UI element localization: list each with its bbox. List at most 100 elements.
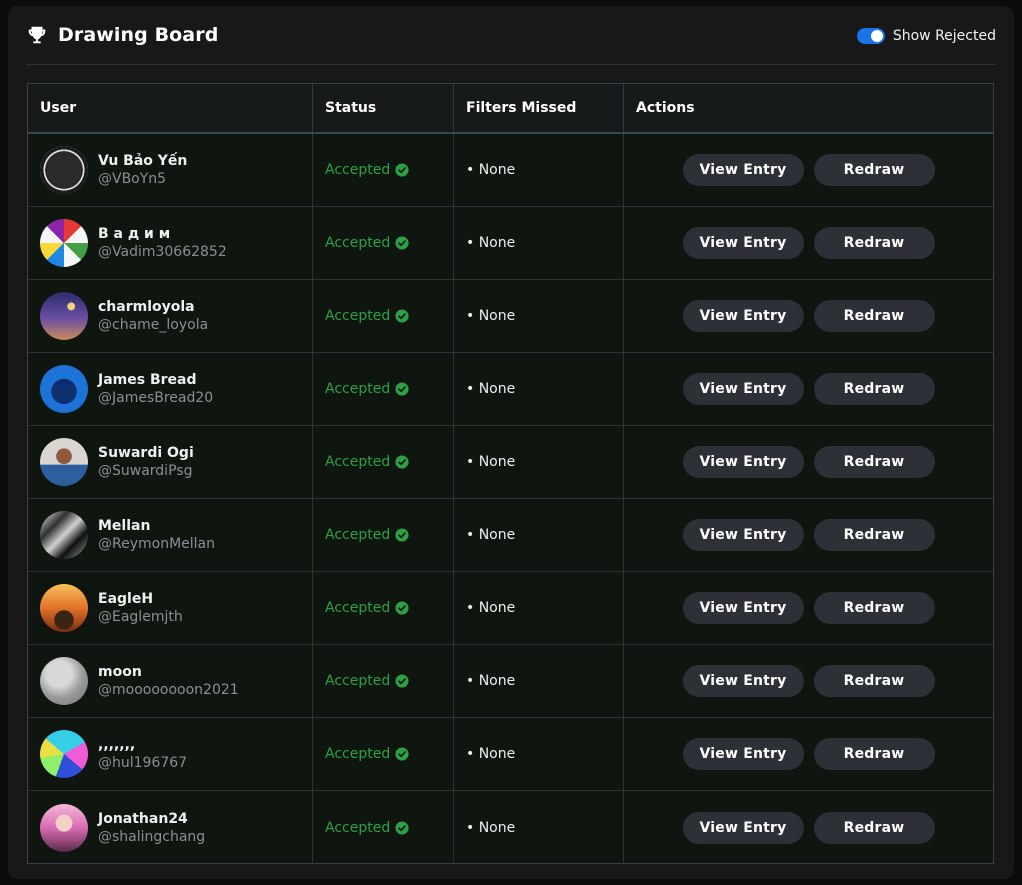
user-cell: James Bread @JamesBread20 xyxy=(28,353,313,425)
filters-cell: • None xyxy=(454,280,624,352)
status-text: Accepted xyxy=(325,746,391,762)
filters-missed-text: • None xyxy=(466,235,516,251)
status-text: Accepted xyxy=(325,673,391,689)
view-entry-button[interactable]: View Entry xyxy=(682,592,804,624)
status-text: Accepted xyxy=(325,600,391,616)
user-text: James Bread @JamesBread20 xyxy=(98,371,213,407)
table-row: moon @moooooooon2021 Accepted • None Vie… xyxy=(28,645,993,718)
user-text: Vu Bảo Yến @VBoYn5 xyxy=(98,152,187,188)
filters-missed-text: • None xyxy=(466,527,516,543)
check-circle-icon xyxy=(395,455,409,469)
view-entry-button[interactable]: View Entry xyxy=(682,738,804,770)
user-cell: Suwardi Ogi @SuwardiPsg xyxy=(28,426,313,498)
redraw-button[interactable]: Redraw xyxy=(813,738,935,770)
actions-cell: View Entry Redraw xyxy=(624,353,993,425)
redraw-button[interactable]: Redraw xyxy=(813,300,935,332)
view-entry-button[interactable]: View Entry xyxy=(682,446,804,478)
view-entry-button[interactable]: View Entry xyxy=(682,373,804,405)
table-row: Mellan @ReymonMellan Accepted • None Vie… xyxy=(28,499,993,572)
user-text: moon @moooooooon2021 xyxy=(98,663,239,699)
filters-cell: • None xyxy=(454,207,624,279)
filters-missed-text: • None xyxy=(466,600,516,616)
entries-table: User Status Filters Missed Actions Vu Bả… xyxy=(27,83,994,864)
user-cell: EagleH @Eaglemjth xyxy=(28,572,313,644)
user-handle: @SuwardiPsg xyxy=(98,463,193,479)
column-header-status: Status xyxy=(313,84,454,132)
user-name: ,,,,,,, xyxy=(98,737,136,753)
view-entry-button[interactable]: View Entry xyxy=(682,665,804,697)
status-badge: Accepted xyxy=(325,746,409,762)
trophy-icon xyxy=(28,26,46,44)
check-circle-icon xyxy=(395,382,409,396)
user-text: EagleH @Eaglemjth xyxy=(98,590,183,626)
redraw-button[interactable]: Redraw xyxy=(813,373,935,405)
status-badge: Accepted xyxy=(325,673,409,689)
actions-cell: View Entry Redraw xyxy=(624,791,993,864)
filters-missed-text: • None xyxy=(466,746,516,762)
table-row: ,,,,,,, @hul196767 Accepted • None View … xyxy=(28,718,993,791)
filters-cell: • None xyxy=(454,426,624,498)
user-handle: @JamesBread20 xyxy=(98,390,214,406)
status-text: Accepted xyxy=(325,381,391,397)
filters-cell: • None xyxy=(454,572,624,644)
filters-missed-text: • None xyxy=(466,381,516,397)
user-name: Vu Bảo Yến xyxy=(98,153,188,169)
user-text: charmloyola @chame_loyola xyxy=(98,298,208,334)
view-entry-button[interactable]: View Entry xyxy=(682,300,804,332)
actions-cell: View Entry Redraw xyxy=(624,499,993,571)
status-badge: Accepted xyxy=(325,527,409,543)
user-handle: @Eaglemjth xyxy=(98,609,183,625)
user-name: Jonathan24 xyxy=(98,810,188,827)
show-rejected-toggle[interactable] xyxy=(856,28,885,44)
column-header-actions: Actions xyxy=(636,100,695,116)
filters-missed-text: • None xyxy=(466,162,516,178)
actions-cell: View Entry Redraw xyxy=(624,207,993,279)
user-handle: @chame_loyola xyxy=(98,317,209,333)
status-text: Accepted xyxy=(325,235,391,251)
filters-missed-text: • None xyxy=(466,673,516,689)
user-name: moon xyxy=(98,664,142,680)
column-header-filters-missed: Filters Missed xyxy=(454,84,624,132)
redraw-button[interactable]: Redraw xyxy=(813,665,935,697)
filters-cell: • None xyxy=(454,718,624,790)
anime-girl-avatar xyxy=(40,803,88,852)
user-text: ,,,,,,, @hul196767 xyxy=(98,736,187,772)
redraw-button[interactable]: Redraw xyxy=(813,519,935,551)
view-entry-button[interactable]: View Entry xyxy=(682,811,804,844)
user-cell: ,,,,,,, @hul196767 xyxy=(28,718,313,790)
table-row: В а д и м @Vadim30662852 Accepted • None… xyxy=(28,207,993,280)
user-name: EagleH xyxy=(98,591,154,607)
filters-missed-text: • None xyxy=(466,819,516,836)
user-text: В а д и м @Vadim30662852 xyxy=(98,225,227,261)
actions-cell: View Entry Redraw xyxy=(624,718,993,790)
status-badge: Accepted xyxy=(325,308,409,324)
view-entry-button[interactable]: View Entry xyxy=(682,227,804,259)
status-badge: Accepted xyxy=(325,162,409,178)
redraw-button[interactable]: Redraw xyxy=(813,227,935,259)
status-text: Accepted xyxy=(325,162,391,178)
column-header-user: User xyxy=(28,84,313,132)
show-rejected-control: Show Rejected xyxy=(856,28,996,44)
table-header: User Status Filters Missed Actions xyxy=(28,84,993,134)
status-text: Accepted xyxy=(325,454,391,470)
status-cell: Accepted xyxy=(313,645,454,717)
redraw-button[interactable]: Redraw xyxy=(813,592,935,624)
user-handle: @ReymonMellan xyxy=(98,536,215,552)
eagle-sunset-avatar xyxy=(40,584,88,632)
status-cell: Accepted xyxy=(313,280,454,352)
view-entry-button[interactable]: View Entry xyxy=(682,154,804,186)
user-name: charmloyola xyxy=(98,299,195,315)
redraw-button[interactable]: Redraw xyxy=(813,154,935,186)
monochrome-art-avatar xyxy=(40,511,88,559)
redraw-button[interactable]: Redraw xyxy=(813,811,935,844)
brand-logo-avatar xyxy=(40,146,88,194)
actions-cell: View Entry Redraw xyxy=(624,645,993,717)
redraw-button[interactable]: Redraw xyxy=(813,446,935,478)
status-cell: Accepted xyxy=(313,499,454,571)
view-entry-button[interactable]: View Entry xyxy=(682,519,804,551)
status-cell: Accepted xyxy=(313,572,454,644)
status-badge: Accepted xyxy=(325,381,409,397)
blue-creature-avatar xyxy=(40,365,88,413)
user-name: В а д и м xyxy=(98,226,171,242)
colorful-art-avatar xyxy=(40,730,88,778)
